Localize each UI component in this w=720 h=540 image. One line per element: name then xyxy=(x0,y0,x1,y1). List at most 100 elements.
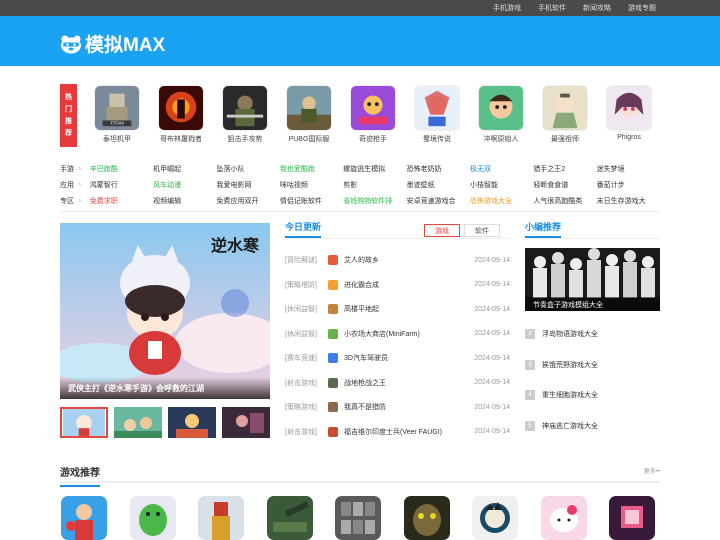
category-link[interactable]: 免费应用双开 xyxy=(217,196,280,206)
category-label[interactable]: 手游 xyxy=(60,164,79,174)
category-link[interactable]: 我爱电影网 xyxy=(217,180,280,190)
top-link-game-topics[interactable]: 游戏专题 xyxy=(628,3,656,13)
parking-lot-icon[interactable] xyxy=(335,496,381,540)
list-item[interactable]: [策略塔防] 进化霸合成 2024-09-14 xyxy=(285,273,510,298)
item-category: [射击游戏] xyxy=(285,428,317,436)
hot-char: 荐 xyxy=(65,129,72,137)
hot-game-item[interactable]: 哥布林屠戮者 xyxy=(154,85,208,144)
category-link[interactable]: 轻断食食谱 xyxy=(533,180,596,190)
dont-starve-icon[interactable] xyxy=(472,496,518,540)
list-item[interactable]: [赛车竞速] 3D汽车驾驶员 2024-09-14 xyxy=(285,346,510,371)
category-link[interactable]: 末日生存游戏大 xyxy=(597,196,660,206)
caveman-icon xyxy=(478,85,524,131)
category-link[interactable]: 省钱购物软件排 xyxy=(343,196,406,206)
more-label: 更多 xyxy=(643,469,656,475)
category-link[interactable]: 免费求职 xyxy=(90,196,153,206)
green-monster-icon[interactable] xyxy=(129,496,176,540)
arrow-right-icon: › xyxy=(78,198,81,204)
hot-games-row: TITAN 泰坦机甲 哥布林屠戮者 狙击手攻势 PUBG国际服 奇迹枪手 蜀境传… xyxy=(90,85,656,144)
hot-game-item[interactable]: 蜀境传说 xyxy=(410,85,464,144)
rank-number: 3 xyxy=(525,359,535,370)
sniper-offensive-icon xyxy=(222,85,268,131)
category-link[interactable]: 迷失梦境 xyxy=(597,164,660,174)
hot-game-item[interactable]: 奇迹枪手 xyxy=(346,85,400,144)
category-label[interactable]: 应用 xyxy=(60,180,79,190)
hot-game-item[interactable]: PUBG国际服 xyxy=(282,85,336,144)
category-link[interactable]: 极无双 xyxy=(470,164,533,174)
category-link[interactable]: 视频编辑 xyxy=(153,196,216,206)
boxer-game-icon[interactable] xyxy=(61,496,107,540)
pubg-icon xyxy=(286,85,332,131)
item-date: 2024-09-14 xyxy=(474,428,510,436)
hello-kitty-icon[interactable] xyxy=(540,496,587,540)
more-link[interactable]: 更多•• xyxy=(644,466,660,475)
category-link[interactable]: 辛巴跑酷 xyxy=(90,164,153,174)
game-thumb-icon xyxy=(328,377,338,388)
category-label[interactable]: 专区 xyxy=(60,196,79,206)
hot-game-item[interactable]: 最强祖师 xyxy=(538,85,592,144)
top-link-mobile-games[interactable]: 手机游戏 xyxy=(493,3,521,13)
list-item[interactable]: [休闲益智] 小农场大商店(MiniFarm) 2024-09-14 xyxy=(285,322,510,347)
rank-number: 4 xyxy=(525,390,535,401)
category-link[interactable]: 剪影 xyxy=(343,180,406,190)
hot-game-item[interactable]: 狙击手攻势 xyxy=(218,85,272,144)
hot-game-name: 哥布林屠戮者 xyxy=(160,136,202,143)
hot-game-item[interactable]: Phigros xyxy=(602,85,656,144)
category-link[interactable]: 安卓竞速游戏合 xyxy=(407,196,470,206)
rank-item[interactable]: 3 挨饿荒野游戏大全 xyxy=(525,350,660,381)
item-category: [休闲益智] xyxy=(285,306,317,314)
game-thumb-icon xyxy=(328,304,338,315)
hot-game-name: 蜀境传说 xyxy=(423,136,451,143)
hot-game-item[interactable]: 冲啊原始人 xyxy=(474,85,528,144)
tab-games[interactable]: 游戏 xyxy=(424,224,460,237)
shu-legend-icon xyxy=(414,85,460,131)
list-item[interactable]: [冒险解谜] 艾人的故乡 2024-09-14 xyxy=(285,248,510,273)
bear-logo-icon xyxy=(61,35,81,53)
category-link[interactable]: 情侣记账软件 xyxy=(280,196,343,206)
category-link[interactable]: 风车动漫 xyxy=(153,180,216,190)
rank-title: 神庙逃亡游戏大全 xyxy=(542,422,598,430)
list-item[interactable]: [射击游戏] 战地枪战之王 2024-09-14 xyxy=(285,371,510,396)
category-link[interactable]: 猎手之王2 xyxy=(533,164,596,174)
cube-game-icon[interactable] xyxy=(609,496,655,540)
top-links: 手机游戏 手机软件 新闻攻略 游戏专题 xyxy=(493,0,656,16)
rank-item[interactable]: 4 重生细胞游戏大全 xyxy=(525,380,660,411)
category-link[interactable]: 坠落小队 xyxy=(217,164,280,174)
category-link[interactable]: 人气很高跑酷类 xyxy=(533,196,596,206)
iron-hero-icon[interactable] xyxy=(198,496,244,540)
category-link[interactable]: 番茄计步 xyxy=(597,180,660,190)
category-link[interactable]: 恐怖老奶奶 xyxy=(407,164,470,174)
top-link-news-guides[interactable]: 新闻攻略 xyxy=(583,3,611,13)
banner-art-image: 逆水寒 xyxy=(60,223,270,399)
category-link[interactable]: 螺旋逃生模拟 xyxy=(343,164,406,174)
category-link[interactable]: 我也爱酷跑 xyxy=(280,164,343,174)
site-logo[interactable]: 模拟MAX xyxy=(60,30,165,57)
monster-face-icon[interactable] xyxy=(403,496,450,540)
logo-text: 模拟MAX xyxy=(85,35,166,56)
rank-title: 重生细胞游戏大全 xyxy=(542,392,598,400)
list-item[interactable]: [休闲益智] 高楼平地起 2024-09-14 xyxy=(285,297,510,322)
category-link[interactable]: 鸿蒙智行 xyxy=(90,180,153,190)
category-link[interactable]: 机甲崛起 xyxy=(153,164,216,174)
hot-game-name: 最强祖师 xyxy=(551,136,579,143)
today-updates-title: 今日更新 xyxy=(285,220,322,238)
featured-banner[interactable]: 逆水寒 武侠主打《逆水寒手游》会呼救的江湖 xyxy=(60,223,270,399)
item-title: 我真不是猎防 xyxy=(344,404,386,412)
banner-thumb[interactable] xyxy=(60,407,108,438)
category-link[interactable]: 墨迹壁纸 xyxy=(407,180,470,190)
category-link[interactable]: 恐怖游戏大全 xyxy=(470,196,533,206)
category-link[interactable]: 小桔智能 xyxy=(470,180,533,190)
banner-thumb[interactable] xyxy=(168,407,216,438)
list-item[interactable]: [射击游戏] 福吉维尔印度士兵(Veer FAUGI) 2024-09-14 xyxy=(285,420,510,445)
banner-thumb[interactable] xyxy=(114,407,162,438)
rank-item[interactable]: 5 神庙逃亡游戏大全 xyxy=(525,411,660,442)
banner-thumb[interactable] xyxy=(222,407,270,438)
artillery-icon[interactable] xyxy=(266,496,313,540)
list-item[interactable]: [策略游戏] 我真不是猎防 2024-09-14 xyxy=(285,395,510,420)
tab-software[interactable]: 软件 xyxy=(464,224,500,237)
rank-item[interactable]: 2 浮岛物语游戏大全 xyxy=(525,319,660,350)
hot-game-item[interactable]: TITAN 泰坦机甲 xyxy=(90,85,144,144)
category-link[interactable]: 咪咕视频 xyxy=(280,180,343,190)
top-link-mobile-software[interactable]: 手机软件 xyxy=(538,3,566,13)
editor-feature-card[interactable]: 节奏盒子游戏模组大全 xyxy=(525,248,660,311)
